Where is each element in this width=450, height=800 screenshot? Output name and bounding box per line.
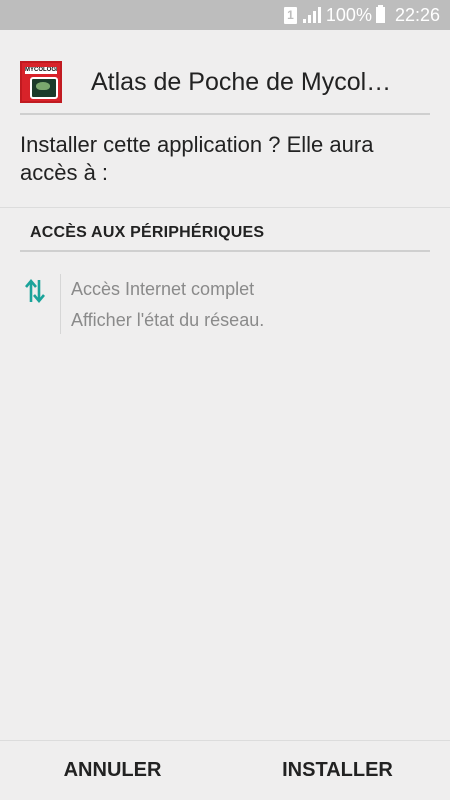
app-header: MYCOLOGIE Atlas de Poche de Mycol… [20, 56, 430, 108]
install-question: Installer cette application ? Elle aura … [20, 132, 374, 185]
status-bar: 1 100% 22:26 [0, 0, 450, 30]
clock: 22:26 [394, 4, 440, 25]
app-icon: MYCOLOGIE [20, 61, 62, 103]
battery-percent: 100% [325, 4, 372, 25]
sim-icon: 1 [283, 6, 297, 24]
install-button[interactable]: INSTALLER [265, 745, 410, 795]
permission-item: Accès Internet complet [71, 279, 255, 299]
app-icon-caption: MYCOLOGIE [25, 67, 57, 74]
battery-icon [375, 5, 385, 23]
permission-list: Accès Internet complet Afficher l'état d… [71, 274, 264, 336]
button-bar-divider [0, 740, 450, 741]
header-divider [20, 113, 430, 115]
permission-divider [60, 274, 61, 334]
signal-icon [302, 7, 321, 23]
cancel-button[interactable]: ANNULER [40, 745, 185, 795]
permission-item: Afficher l'état du réseau. [71, 310, 265, 330]
mushroom-image-icon [30, 77, 58, 99]
install-permission-screen: 1 100% 22:26 MYCOLOGIE Atlas de Poche de… [0, 0, 450, 800]
network-transfer-icon [24, 278, 46, 304]
section-divider [20, 250, 430, 252]
app-title: Atlas de Poche de Mycol… [91, 67, 392, 96]
divider [0, 207, 450, 208]
permission-group-network[interactable]: Accès Internet complet Afficher l'état d… [20, 272, 430, 334]
section-title: ACCÈS AUX PÉRIPHÉRIQUES [30, 224, 265, 241]
